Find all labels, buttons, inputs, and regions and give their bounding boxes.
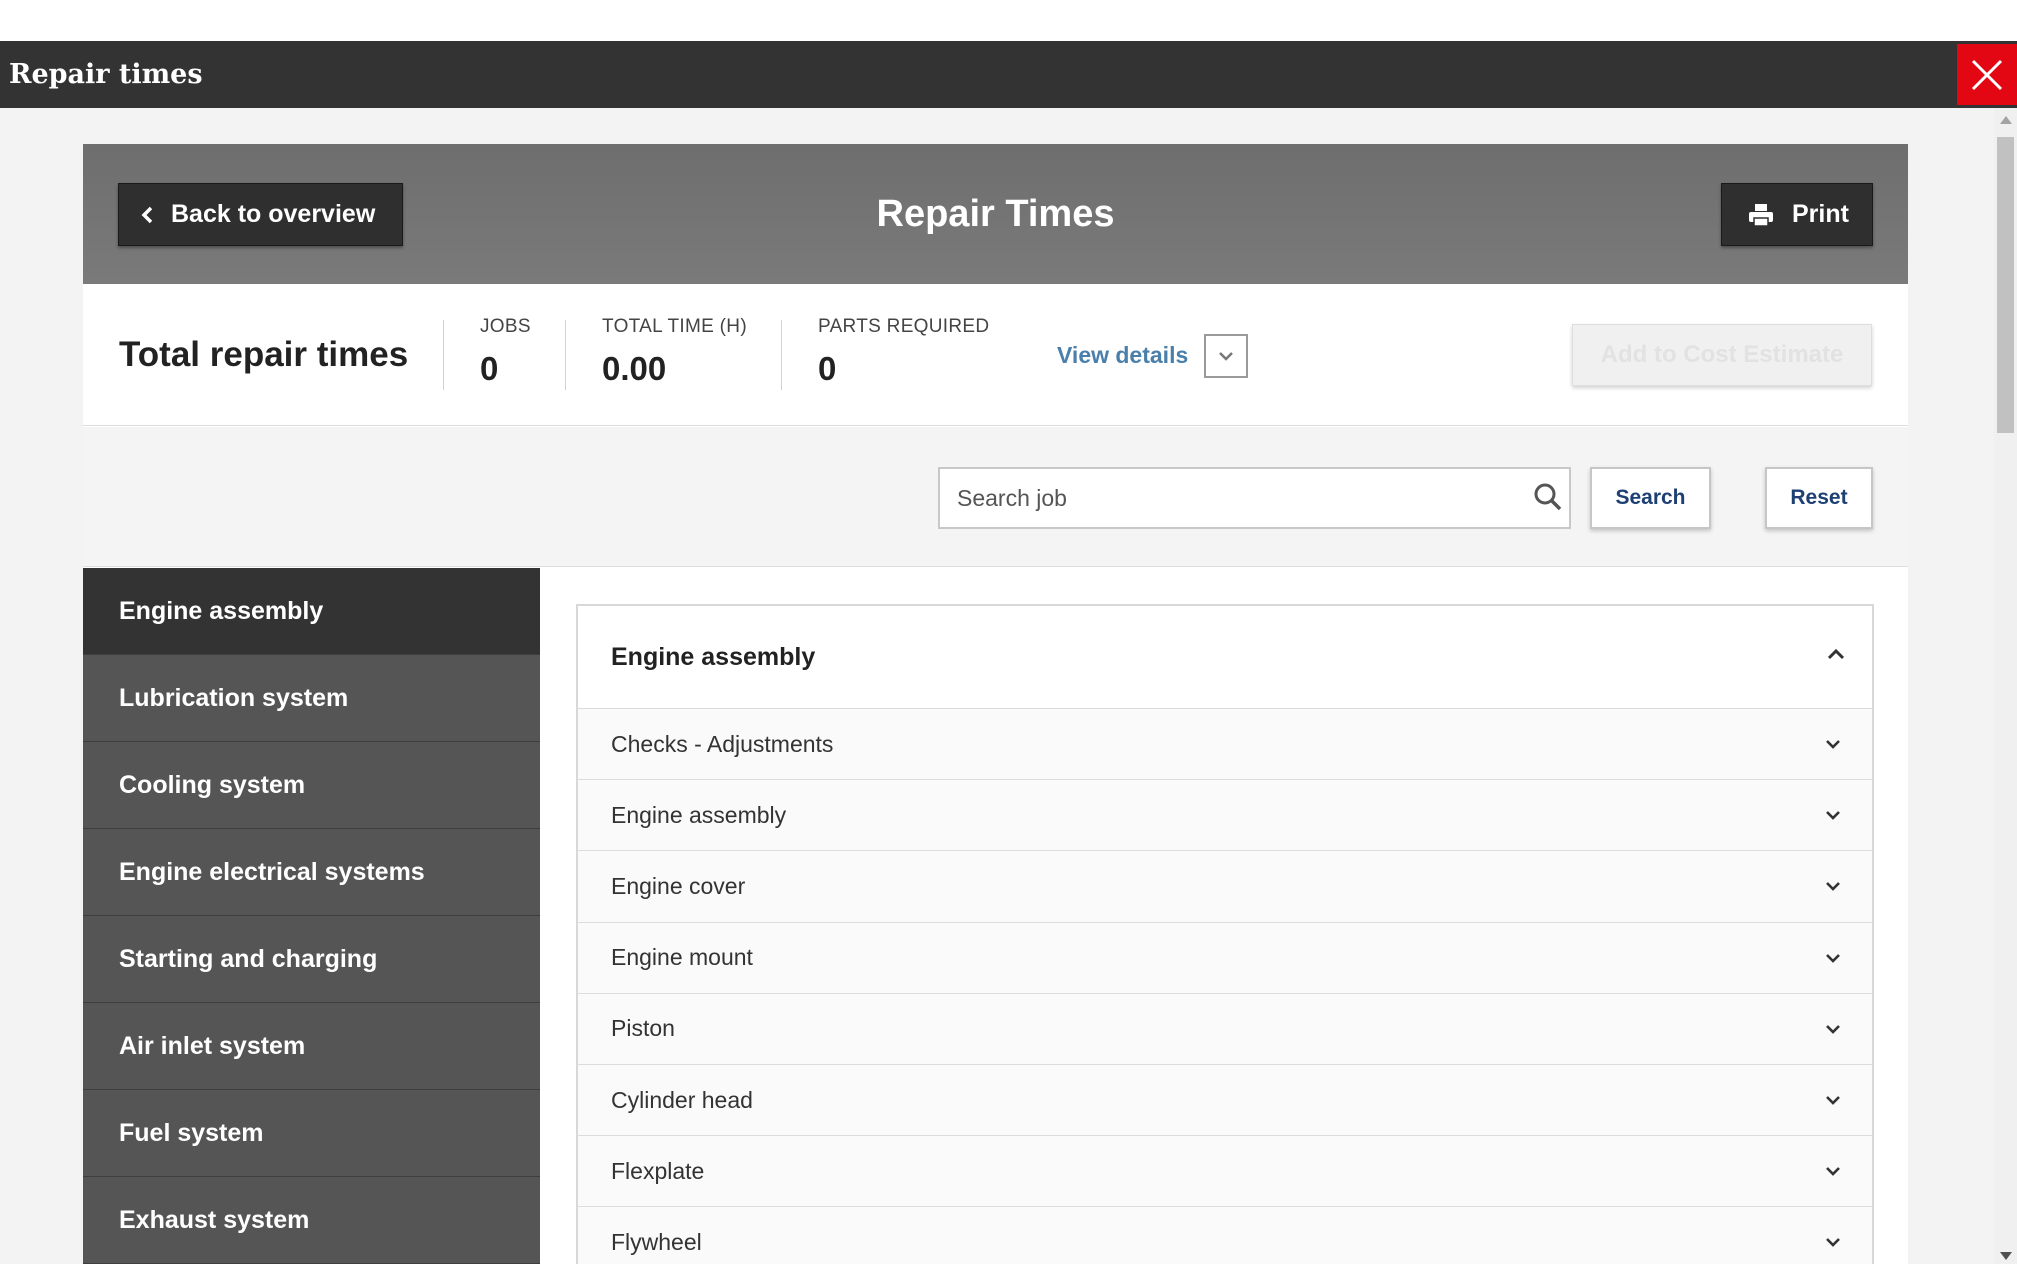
print-button-label: Print	[1792, 200, 1849, 228]
accordion-item[interactable]: Checks - Adjustments	[578, 709, 1872, 781]
search-input[interactable]	[940, 469, 1510, 527]
accordion-item-label: Engine mount	[611, 944, 753, 971]
metric-label: PARTS REQUIRED	[818, 316, 990, 337]
sidebar-item-engine-assembly[interactable]: Engine assembly	[83, 568, 540, 655]
metric-jobs: JOBS 0	[480, 316, 531, 388]
sidebar-item-air-inlet-system[interactable]: Air inlet system	[83, 1003, 540, 1090]
print-button[interactable]: Print	[1721, 183, 1873, 246]
divider	[443, 320, 444, 390]
divider	[781, 320, 782, 390]
scrollbar-thumb[interactable]	[1997, 137, 2014, 433]
metric-label: JOBS	[480, 316, 531, 337]
sidebar-item-lubrication-system[interactable]: Lubrication system	[83, 655, 540, 742]
totals-summary: Total repair times JOBS 0 TOTAL TIME (H)…	[83, 284, 1908, 426]
view-details-link[interactable]: View details	[1057, 284, 1188, 426]
sidebar-item-starting-and-charging[interactable]: Starting and charging	[83, 916, 540, 1003]
metric-value: 0	[480, 350, 499, 387]
search-icon[interactable]	[1533, 482, 1563, 512]
scroll-down-arrow-icon[interactable]	[2000, 1252, 2012, 1260]
accordion-item-label: Flexplate	[611, 1157, 705, 1184]
page-title: Repair Times	[876, 193, 1115, 235]
sidebar-item-exhaust-system[interactable]: Exhaust system	[83, 1177, 540, 1264]
accordion-item[interactable]: Cylinder head	[578, 1064, 1872, 1137]
accordion-item[interactable]: Flexplate	[578, 1136, 1872, 1208]
add-to-cost-estimate-button[interactable]: Add to Cost Estimate	[1572, 324, 1872, 386]
chevron-down-icon	[1824, 953, 1842, 964]
chevron-down-icon	[1824, 1166, 1842, 1177]
window-title: Repair times	[9, 59, 203, 90]
chevron-down-icon	[1219, 352, 1233, 361]
metric-value: 0.00	[602, 350, 667, 387]
view-details-toggle[interactable]	[1204, 334, 1248, 378]
chevron-down-icon	[1824, 1237, 1842, 1248]
scroll-up-arrow-icon[interactable]	[2000, 116, 2012, 124]
sidebar-item-fuel-system[interactable]: Fuel system	[83, 1090, 540, 1177]
search-button[interactable]: Search	[1590, 467, 1711, 529]
divider	[565, 320, 566, 390]
close-button[interactable]	[1957, 44, 2017, 105]
accordion-title: Engine assembly	[611, 642, 816, 671]
accordion-item-label: Checks - Adjustments	[611, 730, 834, 757]
chevron-down-icon	[1824, 739, 1842, 750]
accordion-item[interactable]: Flywheel	[578, 1207, 1872, 1264]
search-bar: Search Reset	[83, 427, 1908, 567]
accordion: Engine assembly Checks - Adjustments Eng…	[576, 604, 1874, 1264]
printer-icon	[1748, 203, 1774, 227]
chevron-up-icon	[1826, 648, 1846, 660]
sidebar-item-engine-electrical-systems[interactable]: Engine electrical systems	[83, 829, 540, 916]
window-titlebar: Repair times	[0, 41, 2017, 108]
panel-header: Back to overview Repair Times Print	[83, 144, 1908, 284]
accordion-item-label: Cylinder head	[611, 1086, 753, 1113]
metric-value: 0	[818, 350, 837, 387]
accordion-item-label: Engine assembly	[611, 801, 787, 828]
search-box	[938, 467, 1571, 529]
chevron-down-icon	[1824, 881, 1842, 892]
reset-button[interactable]: Reset	[1765, 467, 1873, 529]
vertical-scrollbar[interactable]	[1994, 108, 2017, 1264]
accordion-item-label: Engine cover	[611, 872, 746, 899]
chevron-down-icon	[1824, 1095, 1842, 1106]
job-content: Engine assembly Checks - Adjustments Eng…	[540, 568, 1908, 1264]
close-icon	[1971, 59, 2003, 90]
repair-times-panel: Back to overview Repair Times Print Tota…	[83, 144, 1908, 1264]
chevron-down-icon	[1824, 810, 1842, 821]
accordion-item[interactable]: Piston	[578, 993, 1872, 1065]
accordion-item-label: Flywheel	[611, 1228, 702, 1255]
chevron-down-icon	[1824, 1024, 1842, 1035]
sidebar-item-cooling-system[interactable]: Cooling system	[83, 742, 540, 829]
totals-title: Total repair times	[119, 335, 409, 374]
metric-label: TOTAL TIME (H)	[602, 316, 747, 337]
accordion-item[interactable]: Engine mount	[578, 922, 1872, 994]
accordion-item[interactable]: Engine cover	[578, 851, 1872, 923]
metric-total-time: TOTAL TIME (H) 0.00	[602, 316, 747, 388]
accordion-item-label: Piston	[611, 1015, 675, 1042]
metric-parts-required: PARTS REQUIRED 0	[818, 316, 989, 388]
accordion-item[interactable]: Engine assembly	[578, 780, 1872, 852]
accordion-header[interactable]: Engine assembly	[578, 606, 1872, 709]
category-sidebar: Engine assembly Lubrication system Cooli…	[83, 568, 540, 1264]
